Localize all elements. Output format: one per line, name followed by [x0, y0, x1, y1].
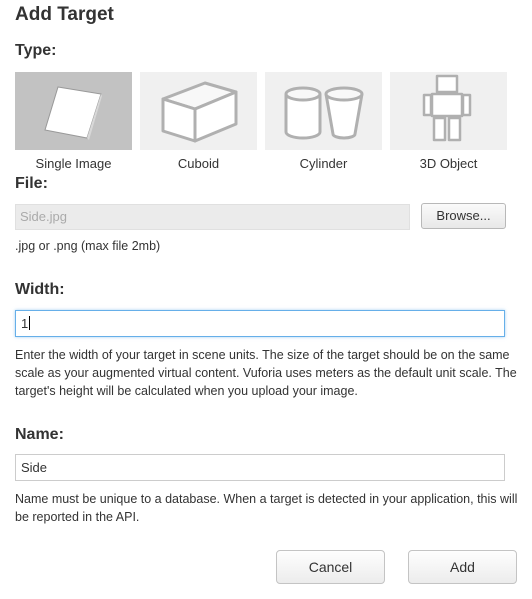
type-label: Type:: [15, 42, 57, 59]
width-input[interactable]: 1: [15, 310, 505, 337]
name-hint: Name must be unique to a database. When …: [15, 492, 518, 524]
target-type-selector: Single Image Cuboid Cylinder 3D Object: [15, 72, 515, 177]
name-input[interactable]: Side: [15, 454, 505, 481]
single-image-icon: [44, 86, 102, 140]
type-caption-cylinder: Cylinder: [299, 156, 348, 171]
dialog-title: Add Target: [15, 4, 114, 25]
browse-button[interactable]: Browse...: [421, 203, 506, 229]
type-option-single-image[interactable]: [15, 72, 132, 150]
3d-object-icon: [422, 74, 472, 142]
type-caption-cuboid: Cuboid: [177, 156, 220, 171]
text-caret: [29, 316, 31, 330]
type-caption-3d-object: 3D Object: [419, 156, 478, 171]
file-hint: .jpg or .png (max file 2mb): [15, 239, 161, 253]
file-path-field[interactable]: Side.jpg: [15, 204, 410, 230]
name-label: Name:: [15, 426, 64, 443]
cylinder-icon: [284, 86, 364, 140]
file-label: File:: [15, 175, 48, 192]
type-option-cylinder[interactable]: [265, 72, 382, 150]
add-button[interactable]: Add: [408, 550, 517, 584]
cuboid-icon: [161, 81, 238, 143]
width-input-value: 1: [21, 316, 29, 331]
type-option-3d-object[interactable]: [390, 72, 507, 150]
type-caption-single-image: Single Image: [35, 156, 112, 171]
width-label: Width:: [15, 281, 65, 298]
cancel-button[interactable]: Cancel: [276, 550, 385, 584]
type-option-cuboid[interactable]: [140, 72, 257, 150]
width-hint: Enter the width of your target in scene …: [15, 348, 517, 398]
